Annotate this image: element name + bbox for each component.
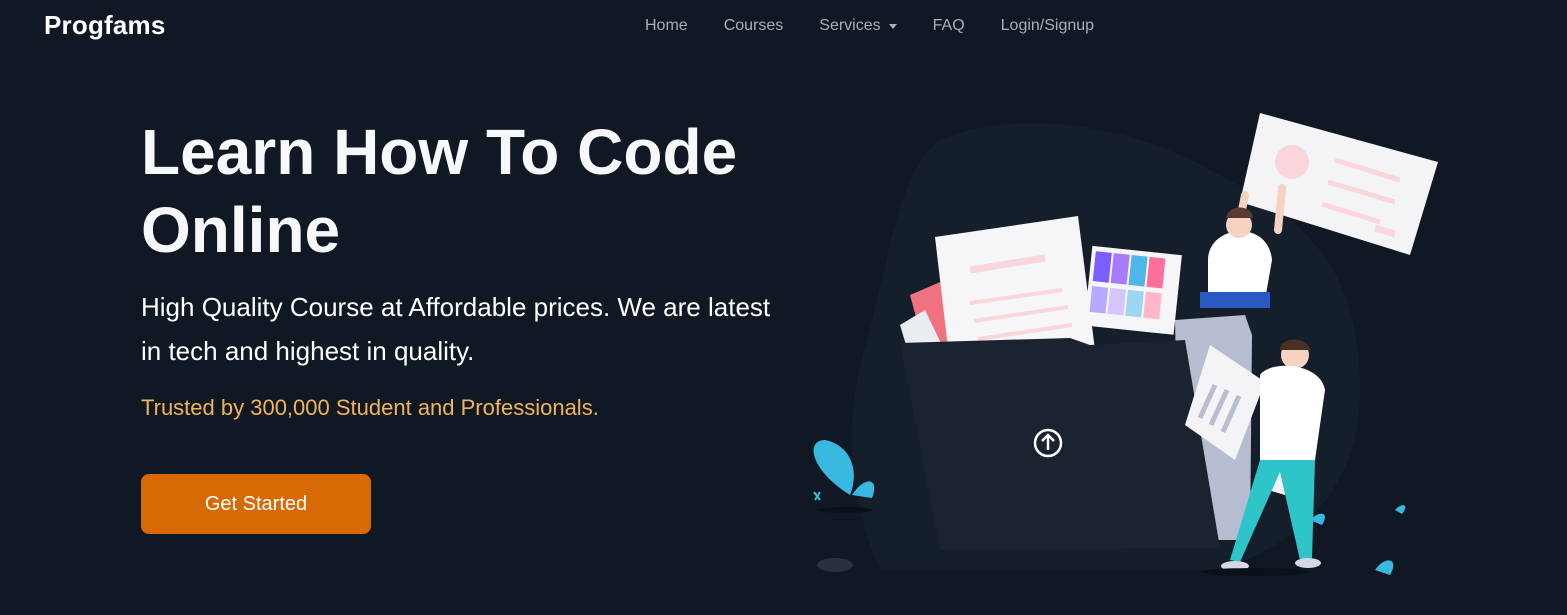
nav-faq[interactable]: FAQ [915, 17, 983, 35]
trusted-text: Trusted by 300,000 Student and Professio… [141, 395, 599, 420]
hero-title: Learn How To Code Online [141, 116, 738, 266]
color-swatches [1084, 245, 1182, 335]
brand-logo[interactable]: Progfams [44, 10, 166, 41]
nav-courses[interactable]: Courses [706, 17, 802, 35]
nav-services-dropdown[interactable]: Services [801, 17, 914, 35]
leaf-icon [1395, 505, 1406, 514]
get-started-button[interactable]: Get Started [141, 474, 371, 534]
nav-login-signup[interactable]: Login/Signup [983, 17, 1112, 35]
hero-subtitle: High Quality Course at Affordable prices… [141, 292, 771, 366]
folder [900, 338, 1220, 550]
hero-illustration [813, 113, 1438, 576]
leaf-icon [1375, 560, 1394, 575]
nav-home[interactable]: Home [627, 17, 706, 35]
caret-down-icon [888, 24, 897, 29]
nav-menu: Home Courses Services FAQ Login/Signup [627, 0, 1112, 52]
navbar: Progfams Home Courses Services FAQ Login… [0, 0, 1567, 52]
nav-services-label: Services [819, 17, 881, 34]
